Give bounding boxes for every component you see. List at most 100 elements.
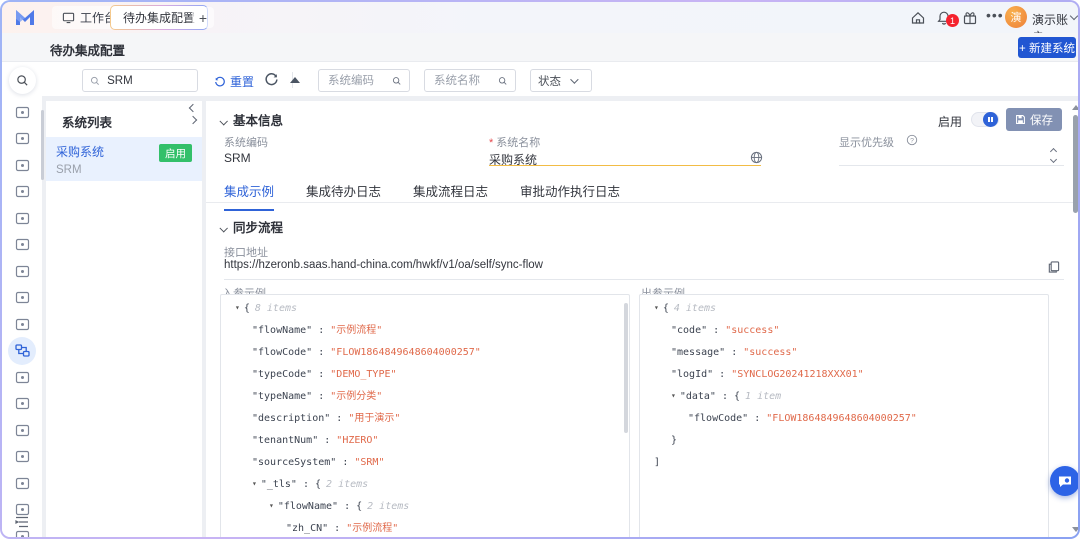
enable-toggle[interactable]	[971, 112, 999, 127]
save-button[interactable]: 保存	[1006, 108, 1062, 131]
panel-icon[interactable]	[14, 131, 30, 147]
enable-toggle-label: 启用	[938, 113, 962, 130]
home-icon[interactable]	[910, 10, 926, 26]
collapse-arrow-icon[interactable]: ▾	[235, 297, 240, 319]
chevron-right-icon	[189, 116, 197, 124]
json-line: "flowName" : "示例流程"	[221, 320, 629, 342]
url-value[interactable]: https://hzeronb.saas.hand-china.com/hwkf…	[224, 259, 543, 271]
filter-list-icon[interactable]	[14, 316, 30, 332]
detail-tabs: 集成示例 集成待办日志 集成流程日志 审批动作执行日志	[224, 181, 620, 211]
service-robot-icon[interactable]	[14, 210, 30, 226]
json-line: "typeCode" : "DEMO_TYPE"	[221, 364, 629, 386]
chevron-down-icon	[570, 75, 578, 83]
system-code-filter-input[interactable]	[326, 74, 387, 88]
reset-label: 重置	[230, 73, 254, 90]
page-title: 待办集成配置	[50, 40, 125, 59]
output-json-viewer[interactable]: ▾{4 items"code" : "success""message" : "…	[639, 294, 1049, 537]
top-bar: 工作台 待办集成配置 + 1 ••• 演 演示账户	[2, 2, 1078, 33]
url-underline	[224, 279, 1064, 280]
gift-icon[interactable]	[962, 10, 978, 26]
detail-panel: 基本信息 启用 保存 系统编码 SRM *系统名称 采购系统 显示优先级 ? 集…	[206, 101, 1078, 537]
json-line: "sourceSystem" : "SRM"	[221, 452, 629, 474]
priority-label: 显示优先级	[839, 134, 894, 150]
system-list-item[interactable]: 采购系统 启用 SRM	[46, 137, 202, 181]
page-header: 待办集成配置 + 新建系统	[2, 33, 1078, 62]
content-scrollbar-thumb[interactable]	[41, 110, 44, 180]
system-code-filter	[318, 69, 410, 92]
refresh-icon[interactable]	[264, 72, 279, 87]
new-system-button[interactable]: + 新建系统	[1018, 37, 1076, 58]
json-line: }	[640, 430, 1048, 452]
card-icon[interactable]	[14, 157, 30, 173]
dashboard-icon[interactable]	[14, 104, 30, 120]
detail-tab-3[interactable]: 审批动作执行日志	[520, 181, 620, 211]
json-line: "message" : "success"	[640, 342, 1048, 364]
collapse-arrow-icon[interactable]: ▾	[269, 495, 274, 517]
system-list-title: 系统列表	[62, 112, 112, 131]
media-icon[interactable]	[14, 369, 30, 385]
assistant-chat-button[interactable]	[1050, 466, 1078, 496]
more-menu-icon[interactable]: •••	[986, 7, 1004, 23]
system-name-filter	[424, 69, 516, 92]
sync-flow-section-header[interactable]: 同步流程	[220, 217, 283, 236]
avatar[interactable]: 演	[1005, 6, 1027, 28]
collapse-filter-icon[interactable]	[290, 77, 300, 83]
scroll-down-icon[interactable]	[1072, 527, 1078, 532]
app-card2-icon[interactable]	[14, 528, 30, 537]
status-badge: 启用	[159, 144, 192, 162]
detail-tab-1[interactable]: 集成待办日志	[306, 181, 381, 211]
filter-bar: 重置 状态	[42, 62, 1078, 99]
org-chart-icon[interactable]	[14, 184, 30, 200]
priority-stepper[interactable]	[1051, 149, 1056, 162]
step-down-icon	[1050, 156, 1057, 163]
json-line: ▾{8 items	[221, 298, 629, 320]
system-name-filter-input[interactable]	[432, 74, 493, 88]
app-card-icon[interactable]	[14, 502, 30, 518]
notification-badge: 1	[946, 14, 959, 27]
detail-tab-0[interactable]: 集成示例	[224, 181, 274, 211]
basic-info-section-header[interactable]: 基本信息	[220, 110, 283, 129]
search-box	[82, 69, 198, 92]
url-field: https://hzeronb.saas.hand-china.com/hwkf…	[224, 259, 1064, 279]
json-line: "zh_CN" : "示例流程"	[221, 518, 629, 537]
calendar-icon[interactable]	[14, 237, 30, 253]
copy-icon[interactable]	[1047, 260, 1060, 274]
help-icon[interactable]: ?	[906, 134, 918, 146]
system-code: SRM	[56, 164, 192, 176]
status-filter-select[interactable]: 状态	[530, 69, 592, 92]
module-rail	[2, 62, 42, 537]
app-window: 工作台 待办集成配置 + 1 ••• 演 演示账户 待办集成配置 + 新建系统	[0, 0, 1080, 539]
json-line: "flowCode" : "FLOW1864849648604000257"	[640, 408, 1048, 430]
rail-search-icon[interactable]	[9, 67, 36, 94]
collapse-arrow-icon[interactable]: ▾	[252, 473, 257, 495]
workflow-icon[interactable]	[14, 475, 30, 491]
import-icon[interactable]	[14, 449, 30, 465]
reset-button[interactable]: 重置	[214, 73, 254, 90]
main-scrollbar-thumb[interactable]	[1073, 115, 1078, 213]
reset-icon	[214, 76, 226, 88]
input-json-viewer[interactable]: ▾{8 items"flowName" : "示例流程""flowCode" :…	[220, 294, 630, 537]
new-tab-button[interactable]: +	[192, 7, 214, 28]
status-filter-label: 状态	[538, 73, 561, 89]
collapse-arrow-icon[interactable]: ▾	[671, 385, 676, 407]
search-icon	[498, 75, 508, 87]
chevron-left-icon	[189, 104, 197, 112]
panel-collapse-handle[interactable]	[190, 105, 196, 123]
search-input[interactable]	[105, 74, 190, 88]
system-code-label: 系统编码	[224, 134, 268, 150]
search-icon	[392, 75, 402, 87]
schedule-icon[interactable]	[14, 263, 30, 279]
image-icon[interactable]	[14, 422, 30, 438]
globe-multilang-icon[interactable]	[750, 151, 763, 164]
tabs-divider	[206, 202, 1078, 203]
form-icon[interactable]	[14, 396, 30, 412]
system-code-value: SRM	[224, 151, 251, 165]
scroll-up-icon[interactable]	[1072, 105, 1078, 110]
json-line: ▾"data" : {1 item	[640, 386, 1048, 408]
detail-tab-2[interactable]: 集成流程日志	[413, 181, 488, 211]
integration-flow-icon[interactable]	[14, 343, 30, 359]
collapse-arrow-icon[interactable]: ▾	[654, 297, 659, 319]
json-line: "logId" : "SYNCLOG20241218XXX01"	[640, 364, 1048, 386]
json-line: ▾{4 items	[640, 298, 1048, 320]
design-icon[interactable]	[14, 290, 30, 306]
